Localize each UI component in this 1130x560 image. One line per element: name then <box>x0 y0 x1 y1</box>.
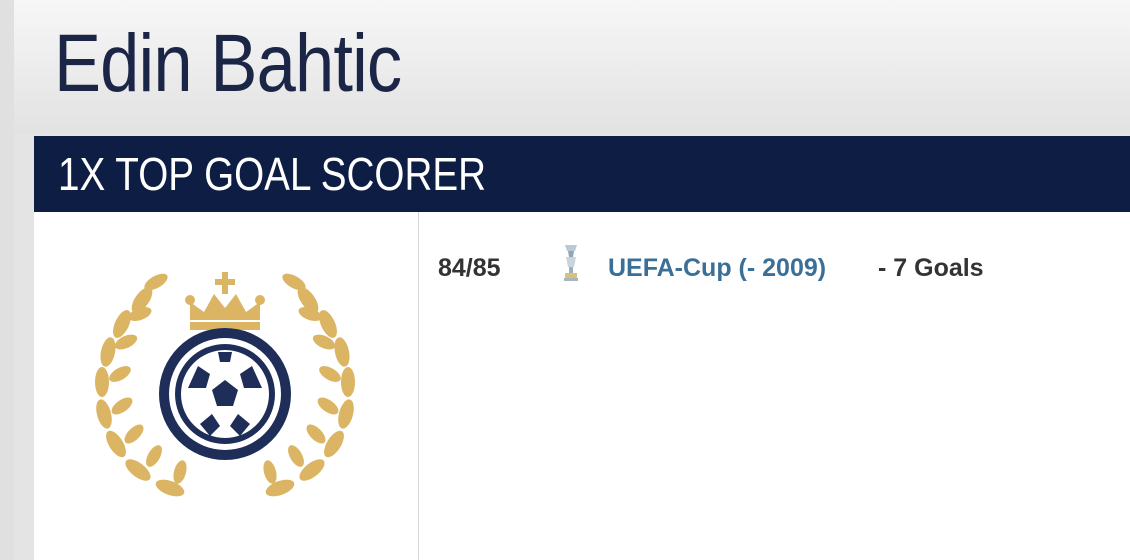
page: Edin Bahtic 1X TOP GOAL SCORER 84/85 UEF… <box>0 0 1130 560</box>
player-name: Edin Bahtic <box>54 18 402 109</box>
award-box: 1X TOP GOAL SCORER 84/85 UEFA-Cup (- 200… <box>34 136 1130 560</box>
football-emblem <box>159 328 291 460</box>
left-margin <box>0 0 14 560</box>
award-box-header: 1X TOP GOAL SCORER <box>34 136 1130 212</box>
laurel-crown-football-icon <box>95 272 355 497</box>
season-label: 84/85 <box>438 254 501 282</box>
award-title: 1X TOP GOAL SCORER <box>58 148 487 200</box>
award-logo-cell <box>34 212 419 560</box>
goals-count: - 7 Goals <box>878 254 984 282</box>
uefa-cup-trophy-icon[interactable] <box>560 243 582 283</box>
profile-header: Edin Bahtic <box>14 0 1130 134</box>
crown <box>185 272 265 330</box>
competition-link[interactable]: UEFA-Cup (- 2009) <box>608 250 826 286</box>
